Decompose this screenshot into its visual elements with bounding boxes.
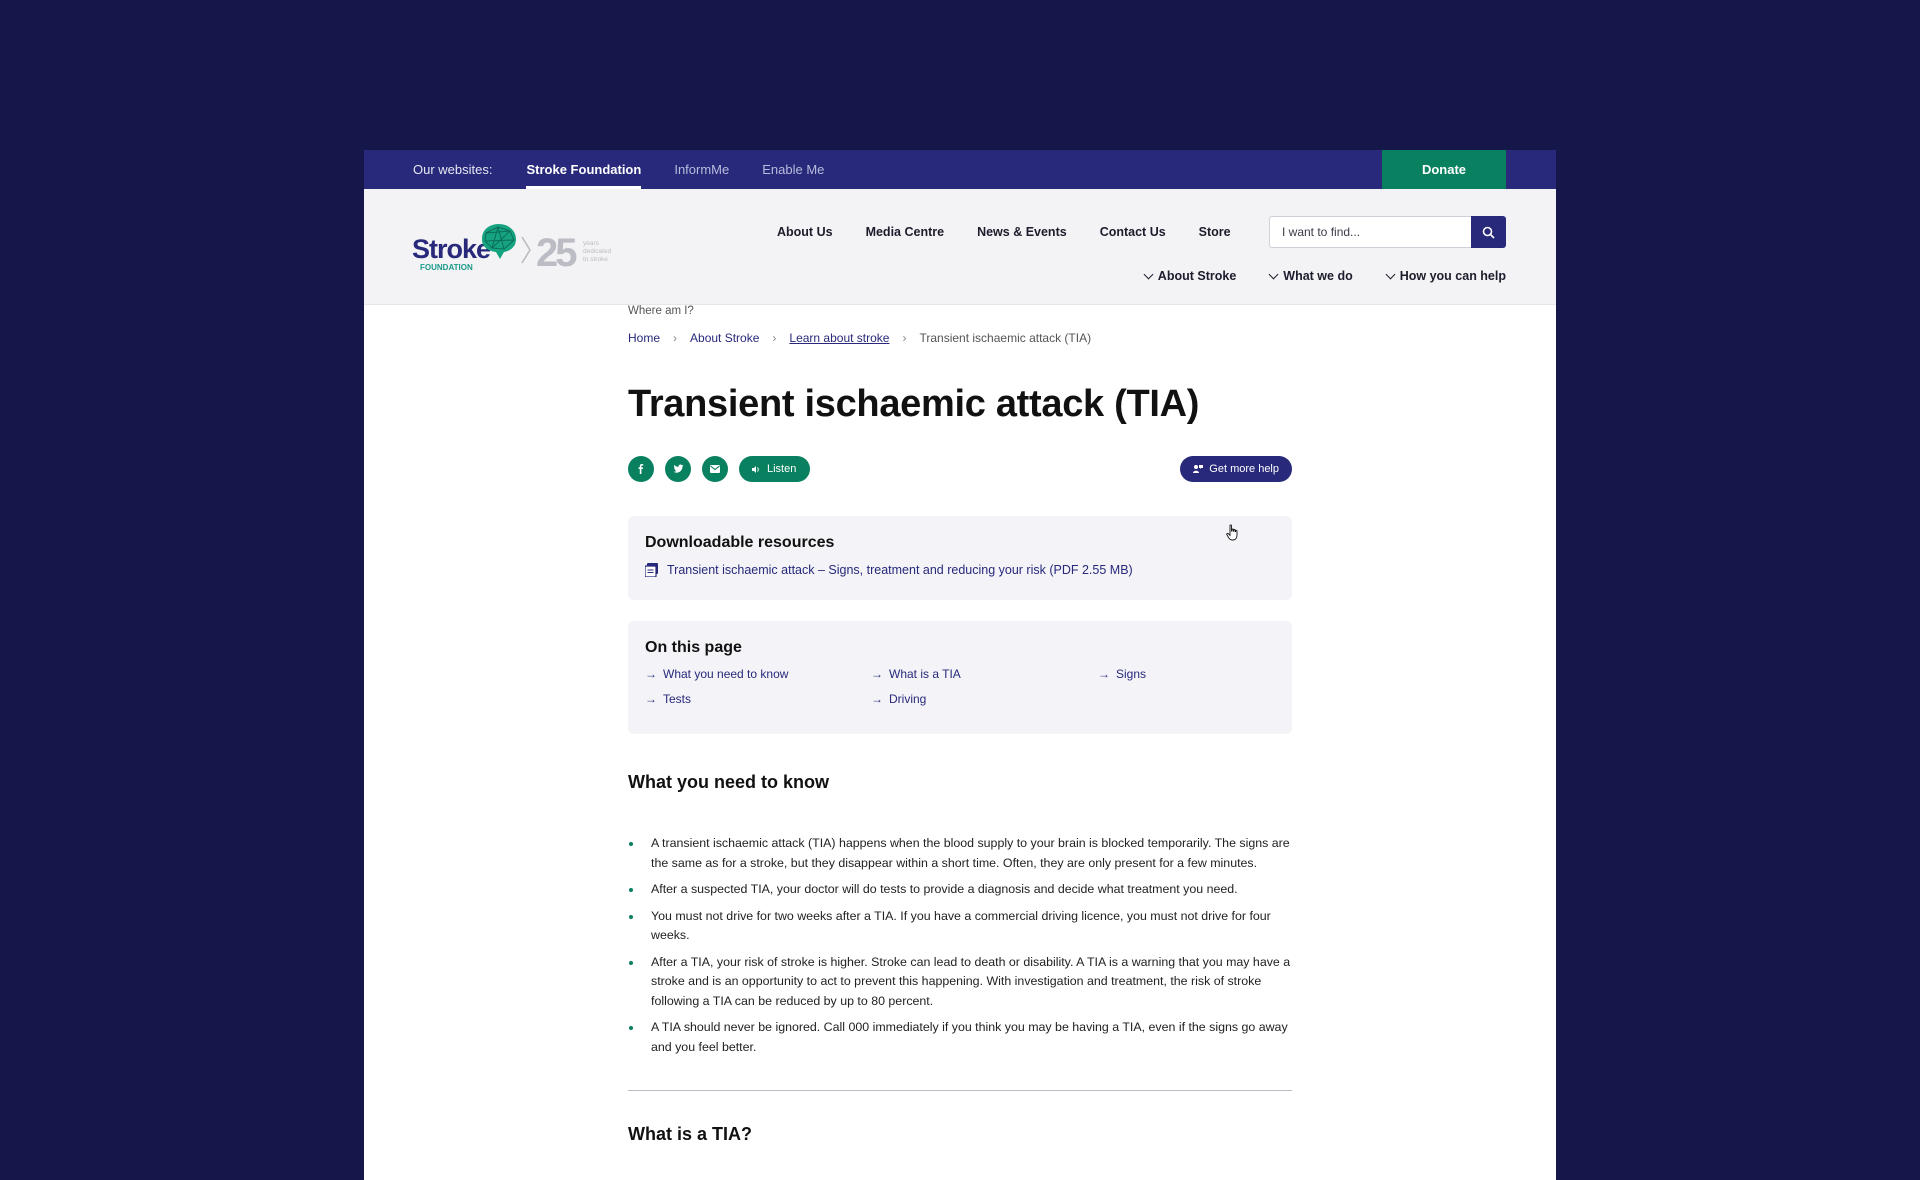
breadcrumb-home[interactable]: Home xyxy=(628,331,660,345)
pdf-download-link[interactable]: Transient ischaemic attack – Signs, trea… xyxy=(645,563,1275,577)
search-icon xyxy=(1482,226,1495,239)
websites-label: Our websites: xyxy=(413,162,493,177)
chevron-down-icon xyxy=(1268,269,1279,279)
list-item: You must not drive for two weeks after a… xyxy=(628,907,1292,946)
search-button[interactable] xyxy=(1471,216,1506,248)
section-heading: What you need to know xyxy=(628,772,829,792)
jump-link-signs[interactable]: → Signs xyxy=(1098,667,1275,681)
svg-text:FOUNDATION: FOUNDATION xyxy=(420,263,473,272)
twitter-share-button[interactable] xyxy=(665,456,691,482)
pdf-download-label: Transient ischaemic attack – Signs, trea… xyxy=(667,563,1133,577)
page-title: Transient ischaemic attack (TIA) xyxy=(628,383,1200,425)
on-this-page-title: On this page xyxy=(645,639,742,656)
listen-button[interactable]: Listen xyxy=(739,456,811,482)
list-item: After a suspected TIA, your doctor will … xyxy=(628,880,1292,900)
arrow-right-icon: → xyxy=(645,692,657,706)
breadcrumb-label: Where am I? xyxy=(628,305,694,317)
list-item: A TIA should never be ignored. Call 000 … xyxy=(628,1018,1292,1057)
key-points-list: A transient ischaemic attack (TIA) happe… xyxy=(628,834,1292,1057)
breadcrumb-current: Transient ischaemic attack (TIA) xyxy=(919,331,1092,345)
breadcrumb-learn-about-stroke[interactable]: Learn about stroke xyxy=(789,331,889,345)
site-link-enable-me[interactable]: Enable Me xyxy=(762,150,824,189)
jump-link-what-is-a-tia[interactable]: → What is a TIA xyxy=(871,667,1098,681)
primary-nav: About Us Media Centre News & Events Cont… xyxy=(777,225,1231,239)
section-divider xyxy=(628,1090,1292,1091)
jump-link-label: What you need to know xyxy=(663,667,789,681)
menu-about-stroke-label: About Stroke xyxy=(1157,269,1237,283)
nav-media-centre[interactable]: Media Centre xyxy=(866,225,945,239)
on-this-page: On this page → What you need to know → Wha… xyxy=(628,621,1292,734)
downloadable-resources: Downloadable resources Transient ischaem… xyxy=(628,516,1292,600)
chevron-down-icon xyxy=(1385,269,1396,279)
breadcrumb-about-stroke[interactable]: About Stroke xyxy=(690,331,759,345)
jump-link-label: What is a TIA xyxy=(889,667,961,681)
svg-text:to stroke: to stroke xyxy=(583,256,608,263)
jump-link-label: Driving xyxy=(889,692,927,706)
svg-text:dedicated: dedicated xyxy=(583,248,612,255)
listen-label: Listen xyxy=(767,463,797,475)
menu-what-we-do-label: What we do xyxy=(1283,269,1353,283)
nav-about-us[interactable]: About Us xyxy=(777,225,833,239)
arrow-right-icon: → xyxy=(871,692,883,706)
list-item: A transient ischaemic attack (TIA) happe… xyxy=(628,834,1292,873)
jump-link-label: Signs xyxy=(1116,667,1147,681)
facebook-share-button[interactable] xyxy=(628,456,654,482)
page-actions: Listen Get more help xyxy=(628,456,1292,482)
chevron-down-icon xyxy=(1143,269,1154,279)
on-this-page-links: → What you need to know → What is a TIA → S… xyxy=(645,667,1275,706)
jump-link-what-you-need-to-know[interactable]: → What you need to know xyxy=(645,667,871,681)
get-more-help-button[interactable]: Get more help xyxy=(1180,456,1292,482)
email-share-button[interactable] xyxy=(702,456,728,482)
main-content: Where am I? Home › About Stroke › Learn … xyxy=(628,305,1292,1145)
list-item: After a TIA, your risk of stroke is high… xyxy=(628,953,1292,1012)
nav-contact-us[interactable]: Contact Us xyxy=(1100,225,1166,239)
next-section-heading: What is a TIA? xyxy=(628,1124,753,1144)
downloadable-resources-title: Downloadable resources xyxy=(645,534,835,551)
hand-pointer-icon xyxy=(1226,524,1238,541)
menu-what-we-do[interactable]: What we do xyxy=(1268,269,1353,283)
sound-icon xyxy=(752,465,759,473)
twitter-icon xyxy=(673,464,683,473)
breadcrumb-chevron-icon: › xyxy=(772,331,777,345)
pdf-document-icon xyxy=(645,563,658,577)
arrow-right-icon: → xyxy=(645,667,657,681)
search-input[interactable] xyxy=(1269,216,1471,248)
nav-news-events[interactable]: News & Events xyxy=(977,225,1067,239)
site-header: Stroke FOUNDATION 25 years dedicated to … xyxy=(364,189,1556,305)
breadcrumb-chevron-icon: › xyxy=(673,331,678,345)
menu-how-you-can-help-label: How you can help xyxy=(1399,269,1506,283)
menu-how-you-can-help[interactable]: How you can help xyxy=(1385,269,1506,283)
secondary-nav: About Stroke What we do How you can help xyxy=(1143,269,1506,283)
websites-bar: Our websites: Stroke Foundation InformMe… xyxy=(364,150,1556,189)
jump-link-tests[interactable]: → Tests xyxy=(645,692,871,706)
arrow-right-icon: → xyxy=(871,667,883,681)
svg-text:years: years xyxy=(583,240,600,247)
email-icon xyxy=(710,465,720,473)
breadcrumb-chevron-icon: › xyxy=(902,331,907,345)
arrow-right-icon: → xyxy=(1098,667,1110,681)
site-link-informme[interactable]: InformMe xyxy=(674,150,729,189)
menu-about-stroke[interactable]: About Stroke xyxy=(1143,269,1237,283)
site-link-stroke-foundation[interactable]: Stroke Foundation xyxy=(526,150,642,189)
stroke-foundation-logo[interactable]: Stroke FOUNDATION 25 years dedicated to … xyxy=(412,223,632,275)
facebook-icon xyxy=(638,464,644,474)
jump-link-driving[interactable]: → Driving xyxy=(871,692,1098,706)
help-icon xyxy=(1193,465,1204,473)
jump-link-label: Tests xyxy=(663,692,692,706)
site-search xyxy=(1269,216,1506,248)
breadcrumb: Home › About Stroke › Learn about stroke… xyxy=(628,331,1292,345)
svg-text:25: 25 xyxy=(536,231,577,275)
get-more-help-label: Get more help xyxy=(1209,463,1279,475)
svg-text:Stroke: Stroke xyxy=(412,234,491,264)
nav-store[interactable]: Store xyxy=(1199,225,1231,239)
donate-button[interactable]: Donate xyxy=(1382,150,1506,189)
browser-page: Our websites: Stroke Foundation InformMe… xyxy=(364,150,1556,1180)
